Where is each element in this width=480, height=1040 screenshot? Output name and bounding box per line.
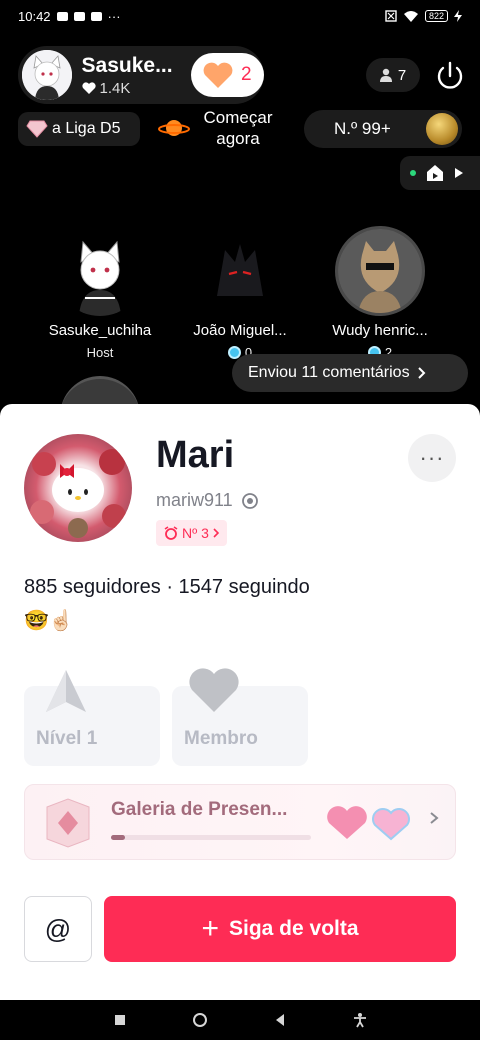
guest-avatar-joao[interactable] <box>195 226 285 316</box>
comments-label: Enviou 11 comentários <box>248 364 410 381</box>
more-options-button[interactable]: ··· <box>408 434 456 482</box>
member-label: Membro <box>184 728 258 749</box>
league-label: a Liga D5 <box>52 120 121 137</box>
gallery-progress <box>111 835 311 840</box>
youtube-icon <box>73 11 85 21</box>
profile-avatar[interactable] <box>24 434 132 542</box>
video-call-icon <box>56 11 68 21</box>
more-notifications: ··· <box>107 8 121 24</box>
orange-heart-icon <box>203 62 233 88</box>
start-now-label: Começar agora <box>203 108 273 148</box>
ranking-button[interactable]: N.º 99+ <box>304 110 462 148</box>
gem-icon <box>46 798 90 848</box>
member-card[interactable]: Membro <box>172 668 308 766</box>
follow-heart-button[interactable]: 2 <box>190 53 264 97</box>
more-icon: ··· <box>419 445 445 470</box>
arrow-right-icon <box>455 168 463 178</box>
system-nav-bar <box>0 1000 480 1040</box>
diamond-icon <box>26 120 48 138</box>
guest-avatar-host[interactable] <box>55 226 145 316</box>
heart-icon <box>81 82 96 94</box>
guest-host[interactable]: Sasuke_uchiha Host <box>30 226 170 360</box>
guest-name: Wudy henric... <box>332 322 428 339</box>
sim-icon <box>385 10 397 22</box>
guest-name: Sasuke_uchiha <box>48 322 152 339</box>
start-now-button[interactable]: Começar agora <box>158 108 288 148</box>
guest-wudy[interactable]: Wudy henric... 2 <box>310 226 450 360</box>
cat-meme-avatar-icon <box>338 229 422 313</box>
host-label: Host <box>86 345 114 360</box>
clock: 10:42 <box>18 8 51 24</box>
level-card[interactable]: Nível 1 <box>24 670 160 766</box>
mini-player-control[interactable] <box>400 156 480 190</box>
host-name: Sasuke... <box>81 53 173 77</box>
host-info-pill[interactable]: Sasuke... 1.4K 2 <box>18 46 264 104</box>
status-bar: 10:42 ··· 822 <box>0 0 480 32</box>
mention-button[interactable]: @ <box>24 896 92 962</box>
profile-handle: mariw911 <box>156 490 233 510</box>
gift-gallery-card[interactable]: Galeria de Presen... <box>24 784 456 860</box>
host-likes: 1.4K <box>81 79 181 97</box>
dark-anime-avatar-icon <box>217 244 263 296</box>
rank-badge-label: Nº 3 <box>182 525 209 541</box>
gray-heart-icon <box>189 668 239 712</box>
home-play-icon <box>427 165 443 181</box>
chevron-right-icon <box>417 367 425 379</box>
youtube-icon-2 <box>90 11 102 21</box>
live-dot-icon <box>410 170 416 176</box>
level-label: Nível 1 <box>36 728 98 749</box>
paper-plane-icon <box>46 670 86 712</box>
ranking-label: N.º 99+ <box>334 119 391 138</box>
accessibility-icon[interactable] <box>352 1012 368 1028</box>
heart-count: 2 <box>241 64 252 85</box>
power-icon[interactable] <box>432 58 468 94</box>
cat-boy-avatar-icon <box>22 50 72 100</box>
viewers-count: 7 <box>397 66 407 84</box>
home-icon[interactable] <box>192 1012 208 1028</box>
chevron-right-icon <box>213 528 219 538</box>
alarm-icon <box>164 526 178 540</box>
gallery-title: Galeria de Presen... <box>111 799 288 820</box>
charging-icon <box>454 10 462 22</box>
follow-stats: 885 seguidores · 1547 seguindo <box>24 576 310 598</box>
wifi-icon <box>403 11 418 22</box>
planet-icon <box>158 120 190 136</box>
rank-badge[interactable]: Nº 3 <box>156 520 227 546</box>
gift-hearts-icon <box>327 806 410 841</box>
back-icon[interactable] <box>272 1012 288 1028</box>
profile-sheet: Mari mariw911 Nº 3 ··· 885 seguidores · … <box>0 404 480 1000</box>
target-icon <box>241 492 258 509</box>
hello-kitty-avatar-icon <box>30 449 126 538</box>
host-avatar[interactable] <box>22 50 72 100</box>
gold-coin-icon <box>426 113 458 145</box>
profile-name: Mari <box>156 434 235 476</box>
plus-icon: + <box>201 912 219 945</box>
gallery-progress-fill <box>111 835 125 840</box>
cat-boy-avatar-icon <box>79 240 121 316</box>
viewers-button[interactable]: 7 <box>366 58 420 92</box>
recents-icon[interactable] <box>112 1012 128 1028</box>
bio-emojis: 🤓☝🏻 <box>24 610 74 632</box>
battery-indicator: 822 <box>424 10 448 22</box>
chevron-right-icon <box>430 812 439 824</box>
comments-button[interactable]: Enviou 11 comentários <box>232 354 468 392</box>
follow-back-button[interactable]: + Siga de volta <box>104 896 456 962</box>
guest-name: João Miguel... <box>193 322 287 339</box>
likes-count: 1.4K <box>99 79 131 97</box>
league-badge[interactable]: a Liga D5 <box>18 112 140 146</box>
guest-joao[interactable]: João Miguel... 0 <box>170 226 310 360</box>
profile-handle-row: mariw911 <box>156 490 259 511</box>
guest-avatar-wudy[interactable] <box>335 226 425 316</box>
guest-role: Host <box>30 345 170 360</box>
person-icon <box>379 68 392 82</box>
follow-back-label: Siga de volta <box>228 917 359 940</box>
